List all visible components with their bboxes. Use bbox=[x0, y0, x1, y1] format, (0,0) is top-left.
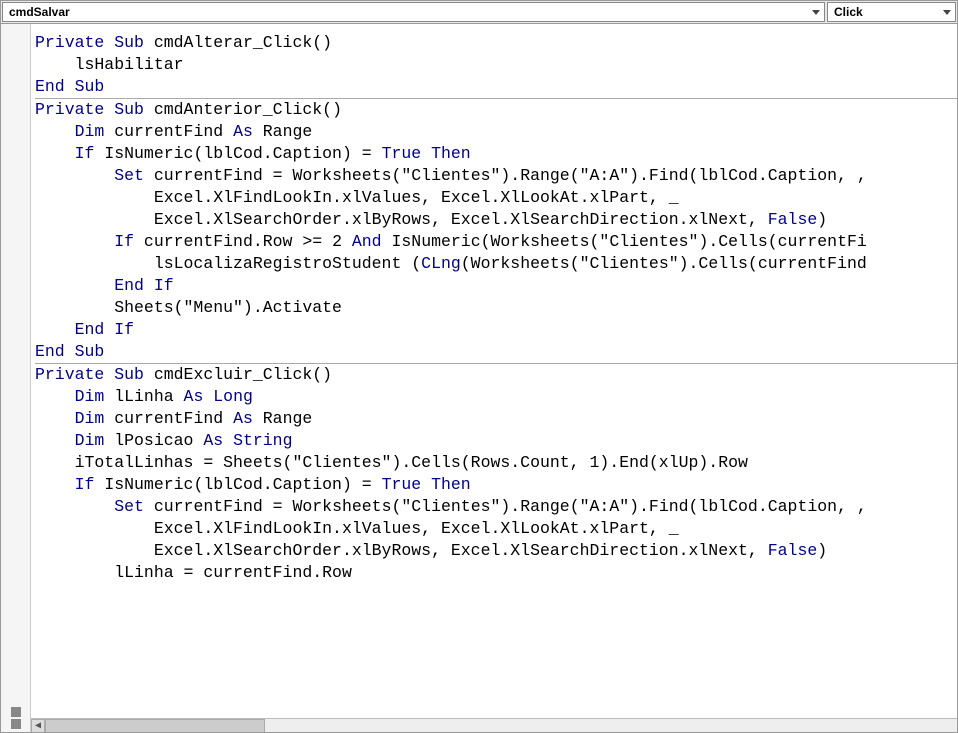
code-editor[interactable]: Private Sub cmdAlterar_Click() lsHabilit… bbox=[31, 24, 957, 718]
procedure-dropdown[interactable]: Click bbox=[827, 2, 956, 22]
margin-indicator-bar bbox=[1, 24, 31, 732]
code-line[interactable]: Excel.XlFindLookIn.xlValues, Excel.XlLoo… bbox=[35, 518, 957, 540]
code-line[interactable]: Set currentFind = Worksheets("Clientes")… bbox=[35, 165, 957, 187]
code-line[interactable]: Excel.XlSearchOrder.xlByRows, Excel.XlSe… bbox=[35, 540, 957, 562]
scroll-thumb[interactable] bbox=[45, 719, 265, 733]
code-line[interactable]: lLinha = currentFind.Row bbox=[35, 562, 957, 584]
code-line[interactable]: Sheets("Menu").Activate bbox=[35, 297, 957, 319]
scroll-left-button[interactable]: ◀ bbox=[31, 719, 45, 733]
code-line[interactable]: If IsNumeric(lblCod.Caption) = True Then bbox=[35, 143, 957, 165]
procedure-dropdown-label: Click bbox=[834, 5, 863, 19]
chevron-down-icon bbox=[812, 10, 820, 15]
code-line[interactable]: End If bbox=[35, 319, 957, 341]
code-area: Private Sub cmdAlterar_Click() lsHabilit… bbox=[31, 24, 957, 732]
object-dropdown[interactable]: cmdSalvar bbox=[2, 2, 825, 22]
code-line[interactable]: Dim lPosicao As String bbox=[35, 430, 957, 452]
object-dropdown-label: cmdSalvar bbox=[9, 5, 70, 19]
code-line[interactable]: Private Sub cmdExcluir_Click() bbox=[35, 364, 957, 386]
horizontal-scrollbar[interactable]: ◀ bbox=[31, 718, 957, 732]
chevron-down-icon bbox=[943, 10, 951, 15]
full-module-view-icon[interactable] bbox=[11, 707, 21, 717]
code-line[interactable]: Private Sub cmdAlterar_Click() bbox=[35, 32, 957, 54]
code-line[interactable]: lsHabilitar bbox=[35, 54, 957, 76]
code-line[interactable]: End Sub bbox=[35, 76, 957, 98]
code-line[interactable]: Private Sub cmdAnterior_Click() bbox=[35, 99, 957, 121]
code-line[interactable]: iTotalLinhas = Sheets("Clientes").Cells(… bbox=[35, 452, 957, 474]
scroll-track[interactable] bbox=[45, 719, 957, 733]
code-line[interactable]: Set currentFind = Worksheets("Clientes")… bbox=[35, 496, 957, 518]
procedure-view-icon[interactable] bbox=[11, 719, 21, 729]
code-line[interactable]: If IsNumeric(lblCod.Caption) = True Then bbox=[35, 474, 957, 496]
code-line[interactable]: Excel.XlSearchOrder.xlByRows, Excel.XlSe… bbox=[35, 209, 957, 231]
code-line[interactable]: End If bbox=[35, 275, 957, 297]
dropdown-bar: cmdSalvar Click bbox=[0, 0, 958, 24]
code-line[interactable]: Dim currentFind As Range bbox=[35, 408, 957, 430]
code-wrapper: Private Sub cmdAlterar_Click() lsHabilit… bbox=[0, 24, 958, 733]
code-line[interactable]: Dim currentFind As Range bbox=[35, 121, 957, 143]
code-line[interactable]: lsLocalizaRegistroStudent (CLng(Workshee… bbox=[35, 253, 957, 275]
code-line[interactable]: Excel.XlFindLookIn.xlValues, Excel.XlLoo… bbox=[35, 187, 957, 209]
code-line[interactable]: End Sub bbox=[35, 341, 957, 363]
code-line[interactable]: If currentFind.Row >= 2 And IsNumeric(Wo… bbox=[35, 231, 957, 253]
code-line[interactable]: Dim lLinha As Long bbox=[35, 386, 957, 408]
